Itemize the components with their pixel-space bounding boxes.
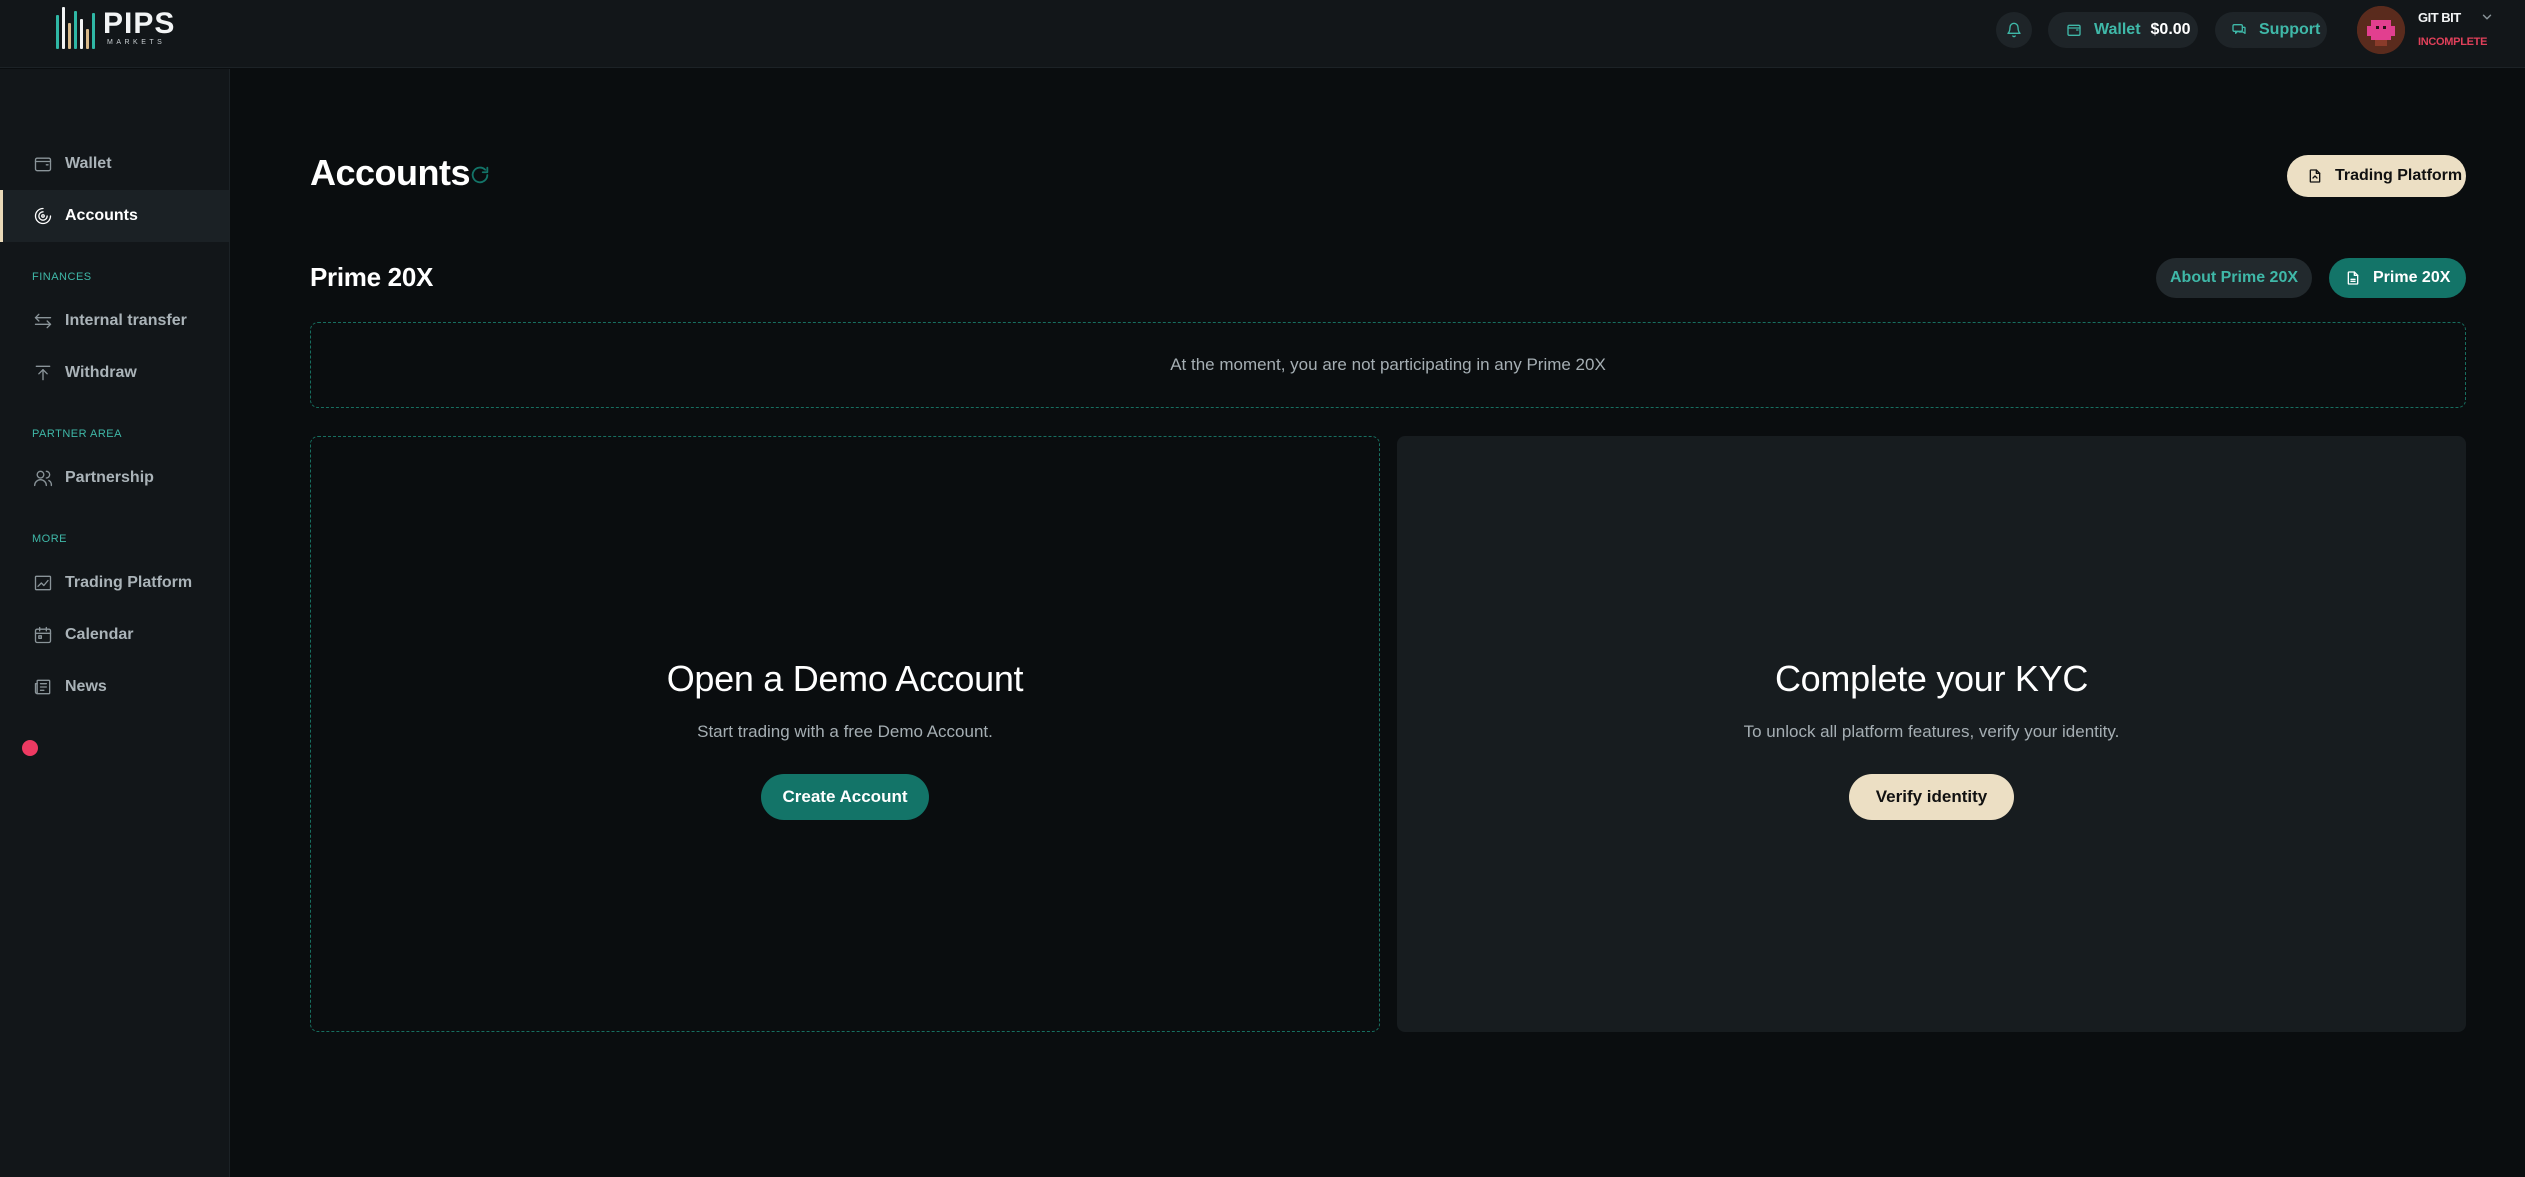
sidebar-section-finances: FINANCES	[32, 271, 92, 283]
document-icon	[2309, 169, 2321, 183]
section-title: Prime 20X	[310, 262, 434, 292]
wallet-icon	[32, 153, 54, 175]
refresh-icon[interactable]	[469, 164, 491, 186]
chart-icon	[32, 572, 54, 594]
prime-notice: At the moment, you are not participating…	[310, 322, 2466, 408]
verify-identity-button[interactable]: Verify identity	[1848, 774, 2015, 820]
chat-icon	[2232, 24, 2246, 34]
news-notification-dot	[22, 740, 38, 756]
sidebar-item-wallet[interactable]: Wallet	[0, 138, 229, 190]
demo-account-card: Open a Demo Account Start trading with a…	[310, 436, 1380, 1032]
sidebar-item-label: News	[65, 678, 107, 695]
sidebar-item-label: Calendar	[65, 626, 134, 643]
wallet-icon	[2067, 24, 2081, 36]
sidebar-item-calendar[interactable]: Calendar	[0, 609, 229, 661]
kyc-card-subtitle: To unlock all platform features, verify …	[1743, 722, 2120, 741]
sidebar-item-accounts[interactable]: Accounts	[0, 190, 229, 242]
wallet-label: Wallet	[2094, 21, 2141, 38]
support-label: Support	[2259, 21, 2321, 38]
top-bar: PIPS MARKETS Wallet $0.00 Support GIT BI…	[0, 0, 2525, 68]
sidebar-item-internal-transfer[interactable]: Internal transfer	[0, 295, 229, 347]
chevron-down-icon[interactable]	[2480, 10, 2494, 24]
sidebar-item-label: Withdraw	[65, 364, 137, 381]
logo-sub-text: MARKETS	[107, 39, 166, 46]
transfer-icon	[32, 310, 54, 332]
logo-main-text: PIPS	[103, 7, 176, 40]
accounts-icon	[32, 205, 54, 227]
kyc-card-title: Complete your KYC	[1774, 658, 2089, 699]
news-icon	[32, 676, 54, 698]
sidebar: Wallet Accounts FINANCES Internal transf…	[0, 69, 230, 1177]
sidebar-section-more: MORE	[32, 533, 67, 545]
sidebar-item-label: Accounts	[65, 207, 138, 224]
sidebar-item-label: Partnership	[65, 469, 154, 486]
avatar[interactable]	[2357, 6, 2405, 54]
trading-platform-button-label: Trading Platform	[2335, 167, 2463, 184]
sidebar-item-label: Wallet	[65, 155, 112, 172]
prime-20x-button[interactable]: Prime 20X	[2329, 258, 2466, 298]
sidebar-item-trading-platform[interactable]: Trading Platform	[0, 557, 229, 609]
user-name[interactable]: GIT BIT	[2418, 10, 2461, 25]
sidebar-item-withdraw[interactable]: Withdraw	[0, 347, 229, 399]
wallet-balance-button[interactable]: Wallet $0.00	[2048, 12, 2198, 48]
wallet-amount: $0.00	[2150, 21, 2191, 38]
withdraw-icon	[32, 362, 54, 384]
sidebar-item-label: Internal transfer	[65, 312, 187, 329]
avatar-image-icon	[2357, 6, 2405, 54]
trading-platform-button[interactable]: Trading Platform	[2287, 155, 2466, 197]
users-icon	[32, 467, 54, 489]
document-icon	[2347, 271, 2359, 285]
notifications-button[interactable]	[1996, 12, 2032, 48]
calendar-icon	[32, 624, 54, 646]
create-account-button[interactable]: Create Account	[761, 774, 929, 820]
about-prime-button[interactable]: About Prime 20X	[2156, 258, 2312, 298]
bell-icon	[2007, 22, 2021, 38]
support-button[interactable]: Support	[2215, 12, 2327, 48]
sidebar-section-partner-area: PARTNER AREA	[32, 428, 122, 440]
sidebar-item-news[interactable]: News	[0, 661, 229, 713]
sidebar-item-partnership[interactable]: Partnership	[0, 452, 229, 504]
prime-notice-text: At the moment, you are not participating…	[1170, 355, 1606, 374]
demo-card-subtitle: Start trading with a free Demo Account.	[697, 722, 993, 741]
kyc-card: Complete your KYC To unlock all platform…	[1397, 436, 2466, 1032]
kyc-status-badge: INCOMPLETE	[2418, 36, 2488, 48]
page-title: Accounts	[310, 152, 471, 193]
demo-card-title: Open a Demo Account	[666, 658, 1024, 699]
prime-20x-button-label: Prime 20X	[2373, 269, 2451, 286]
sidebar-item-label: Trading Platform	[65, 574, 193, 591]
logo-mark-icon	[56, 7, 95, 49]
pips-markets-logo[interactable]: PIPS MARKETS	[56, 6, 175, 50]
